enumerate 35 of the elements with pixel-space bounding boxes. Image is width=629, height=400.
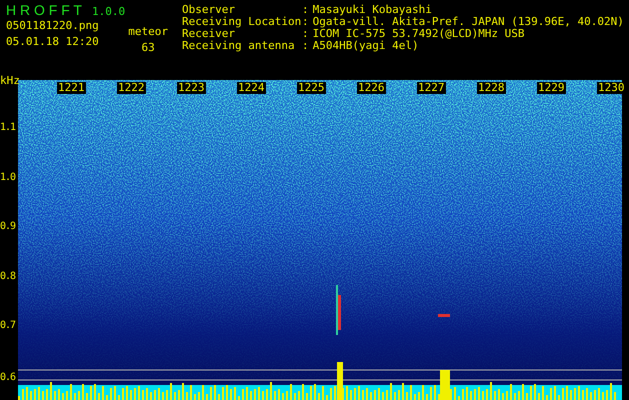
version-label: 1.0.0 — [92, 5, 126, 18]
separator: : — [302, 16, 309, 28]
y-axis-label: 1.1 — [0, 122, 16, 134]
time-label: 1230 — [597, 82, 626, 94]
separator: : — [302, 40, 309, 52]
time-label: 1221 — [57, 82, 86, 94]
time-label: 1222 — [117, 82, 146, 94]
info-value: Masayuki Kobayashi — [312, 4, 432, 16]
meteor-label: meteor — [128, 26, 168, 38]
y-axis-label: 0.8 — [0, 271, 16, 283]
y-axis-label: 0.7 — [0, 320, 16, 332]
info-label: Receiver — [182, 28, 235, 40]
info-label: Observer — [182, 4, 236, 16]
separator: : — [302, 28, 309, 40]
time-label: 1227 — [417, 82, 446, 94]
app-title: H R O F F T — [6, 2, 82, 18]
separator: : — [302, 4, 309, 16]
date-time: 05.01.18 12:20 — [6, 36, 99, 48]
y-axis-label: 0.6 — [0, 372, 16, 384]
info-label: Receiving Location — [182, 16, 298, 28]
info-value: A504HB(yagi 4el) — [312, 40, 419, 52]
info-label: Receiving antenna — [182, 40, 296, 52]
time-label: 1229 — [537, 82, 566, 94]
time-label: 1228 — [477, 82, 506, 94]
info-value: ICOM IC-575 53.7492(@LCD)MHz USB — [312, 28, 525, 40]
time-label: 1225 — [297, 82, 326, 94]
y-axis-label: 0.9 — [0, 221, 16, 233]
meteor-count: 63 — [142, 42, 155, 54]
time-label: 1226 — [357, 82, 386, 94]
info-value: Ogata-vill. Akita-Pref. JAPAN (139.96E, 40.02N) — [312, 16, 624, 28]
y-axis-unit: kHz — [0, 75, 20, 87]
file-name: 0501181220.png — [6, 20, 99, 32]
y-axis-label: 1.0 — [0, 172, 16, 184]
time-label: 1223 — [177, 82, 206, 94]
time-label: 1224 — [237, 82, 266, 94]
